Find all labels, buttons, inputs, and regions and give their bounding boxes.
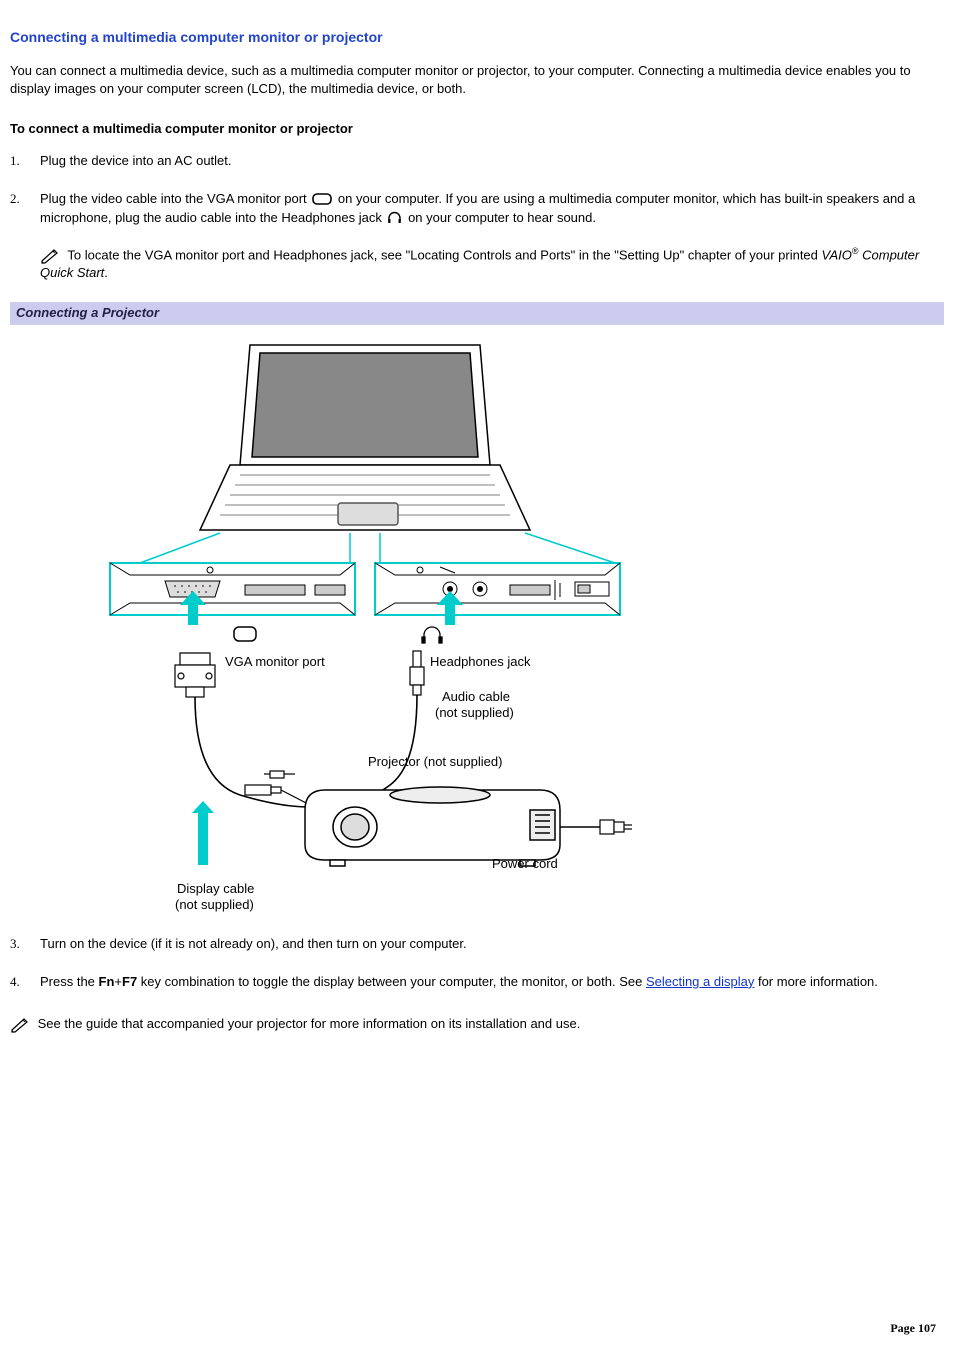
text-fragment: Plug the video cable into the VGA monito… [40, 191, 310, 206]
text-fragment: on your computer to hear sound. [404, 210, 596, 225]
pencil-note-icon [40, 248, 62, 264]
sub-heading: To connect a multimedia computer monitor… [10, 120, 944, 138]
text-fragment: To locate the VGA monitor port and Headp… [67, 247, 821, 262]
key-f7: F7 [122, 974, 137, 989]
step-2: 2. Plug the video cable into the VGA mon… [40, 190, 944, 282]
figure-caption: Connecting a Projector [10, 302, 944, 324]
key-fn: Fn [99, 974, 115, 989]
step-text: Plug the device into an AC outlet. [40, 153, 232, 168]
text-fragment: + [114, 974, 122, 989]
page-number: Page 107 [890, 1320, 936, 1337]
diagram-placeholder: VGA monitor port Headphones jack Audio c… [80, 335, 700, 915]
step-1: 1. Plug the device into an AC outlet. [40, 152, 944, 170]
fig-label-headphones: Headphones jack [430, 653, 530, 671]
steps-list: 1. Plug the device into an AC outlet. 2.… [10, 152, 944, 282]
step-4: 4. Press the Fn+F7 key combination to to… [40, 973, 944, 991]
text-fragment: Press the [40, 974, 99, 989]
text-fragment: VAIO [822, 247, 852, 262]
step-2-note: To locate the VGA monitor port and Headp… [40, 245, 944, 283]
text-fragment: for more information. [754, 974, 878, 989]
figure-diagram: VGA monitor port Headphones jack Audio c… [10, 325, 944, 915]
steps-list-continued: 3. Turn on the device (if it is not alre… [10, 935, 944, 991]
registered-mark: ® [852, 246, 859, 256]
step-number: 3. [10, 935, 20, 953]
step-text: Press the Fn+F7 key combination to toggl… [40, 974, 878, 989]
fig-label-vga: VGA monitor port [225, 653, 325, 671]
text-fragment: . [104, 265, 108, 280]
step-number: 1. [10, 152, 20, 170]
step-text: Turn on the device (if it is not already… [40, 936, 467, 951]
step-3: 3. Turn on the device (if it is not alre… [40, 935, 944, 953]
text-fragment: key combination to toggle the display be… [137, 974, 646, 989]
fig-label-audio2: (not supplied) [435, 704, 514, 722]
intro-paragraph: You can connect a multimedia device, suc… [10, 62, 944, 98]
fig-label-projector: Projector (not supplied) [368, 753, 502, 771]
headphones-icon [387, 210, 402, 225]
selecting-display-link[interactable]: Selecting a display [646, 974, 754, 989]
final-note: See the guide that accompanied your proj… [10, 1015, 944, 1033]
step-number: 2. [10, 190, 20, 208]
fig-label-powercord: Power cord [492, 855, 558, 873]
step-text: Plug the video cable into the VGA monito… [40, 191, 915, 224]
text-fragment: See the guide that accompanied your proj… [38, 1016, 581, 1031]
vga-port-icon [312, 192, 332, 206]
step-number: 4. [10, 973, 20, 991]
fig-label-display2: (not supplied) [175, 896, 254, 914]
projector-diagram-svg [80, 335, 700, 915]
pencil-note-icon [10, 1017, 32, 1033]
page-title: Connecting a multimedia computer monitor… [10, 28, 944, 48]
